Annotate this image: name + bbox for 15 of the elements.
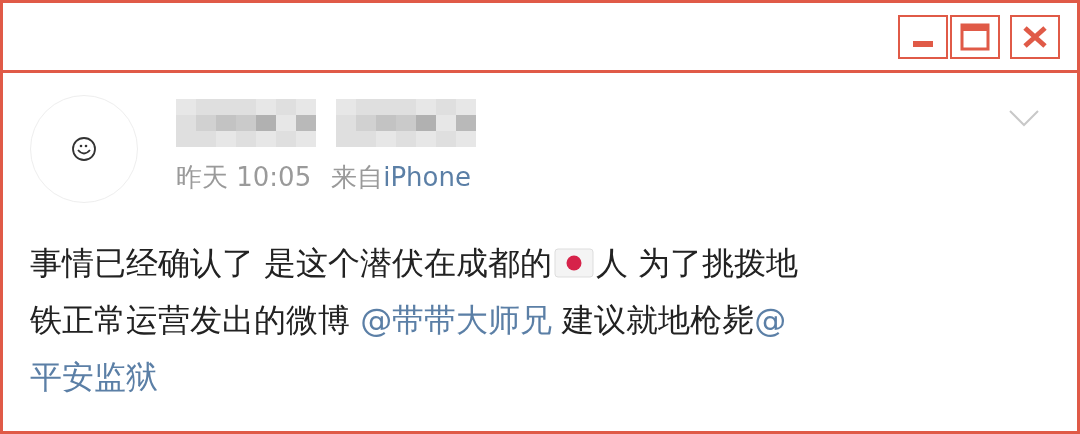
maximize-button[interactable]	[950, 14, 1000, 59]
post-text: 事情已经确认了 是这个潜伏在成都的 人 为了挑拨地 铁正常运营发出的微博 @带带大师兄 建议就地枪毙@ 平安监狱	[30, 243, 800, 398]
close-icon	[1022, 24, 1048, 49]
maximize-icon	[960, 22, 990, 51]
mention-link[interactable]: 平安监狱	[30, 358, 158, 396]
minimize-button[interactable]	[898, 14, 948, 59]
minimize-icon	[913, 40, 933, 47]
mention-link[interactable]: @	[754, 301, 787, 339]
mention-link[interactable]: @带带大师兄	[360, 301, 553, 339]
post-source-label: 来自	[331, 161, 384, 193]
japan-flag-icon	[554, 248, 595, 278]
smiley-icon	[71, 136, 97, 162]
close-button[interactable]	[1010, 14, 1060, 59]
post-time: 昨天 10:05	[176, 161, 312, 193]
post-source-link[interactable]: iPhone	[383, 161, 471, 193]
